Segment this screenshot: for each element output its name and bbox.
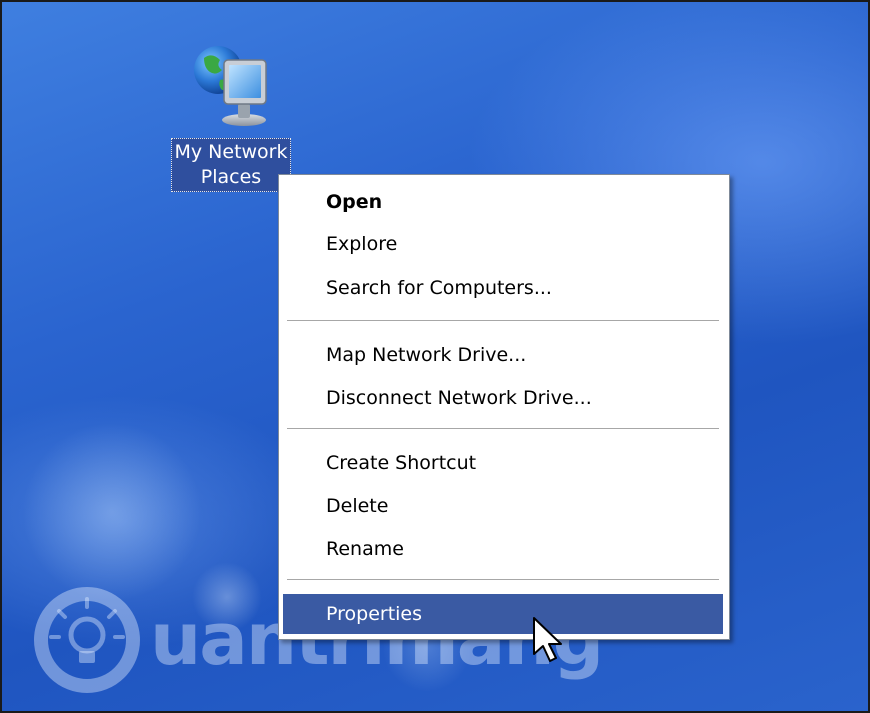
desktop-icon-my-network-places[interactable]: My Network Places <box>152 40 310 192</box>
menu-item-label: Rename <box>326 538 404 560</box>
menu-item-label: Map Network Drive... <box>326 344 527 366</box>
desktop-icon-label: My Network Places <box>171 138 291 192</box>
menu-item-open[interactable]: Open <box>283 182 723 222</box>
menu-separator <box>287 320 719 322</box>
menu-item-label: Open <box>326 191 383 213</box>
menu-item-label: Properties <box>326 603 423 625</box>
menu-item-disconnect-network-drive[interactable]: Disconnect Network Drive... <box>283 378 723 418</box>
menu-item-explore[interactable]: Explore <box>283 224 723 264</box>
desktop[interactable]: My Network Places uantrimang Open Explor… <box>0 0 870 713</box>
menu-item-create-shortcut[interactable]: Create Shortcut <box>283 443 723 483</box>
menu-item-properties[interactable]: Properties <box>283 594 723 634</box>
lens-flare <box>22 422 202 602</box>
menu-item-delete[interactable]: Delete <box>283 486 723 526</box>
menu-separator <box>287 428 719 430</box>
menu-item-rename[interactable]: Rename <box>283 529 723 569</box>
menu-item-label: Create Shortcut <box>326 452 477 474</box>
desktop-icon-label-line1: My Network <box>174 141 288 163</box>
menu-item-label: Delete <box>326 495 389 517</box>
menu-item-label: Disconnect Network Drive... <box>326 387 592 409</box>
menu-item-label: Search for Computers... <box>326 277 552 299</box>
lightbulb-logo-icon <box>34 587 140 693</box>
menu-separator <box>287 579 719 581</box>
arrow-cursor-icon <box>532 616 566 668</box>
menu-item-search-for-computers[interactable]: Search for Computers... <box>283 268 723 308</box>
menu-item-label: Explore <box>326 233 398 255</box>
menu-item-map-network-drive[interactable]: Map Network Drive... <box>283 335 723 375</box>
context-menu[interactable]: Open Explore Search for Computers... Map… <box>278 174 730 640</box>
network-places-icon <box>186 40 276 130</box>
desktop-icon-label-line2: Places <box>200 166 262 188</box>
